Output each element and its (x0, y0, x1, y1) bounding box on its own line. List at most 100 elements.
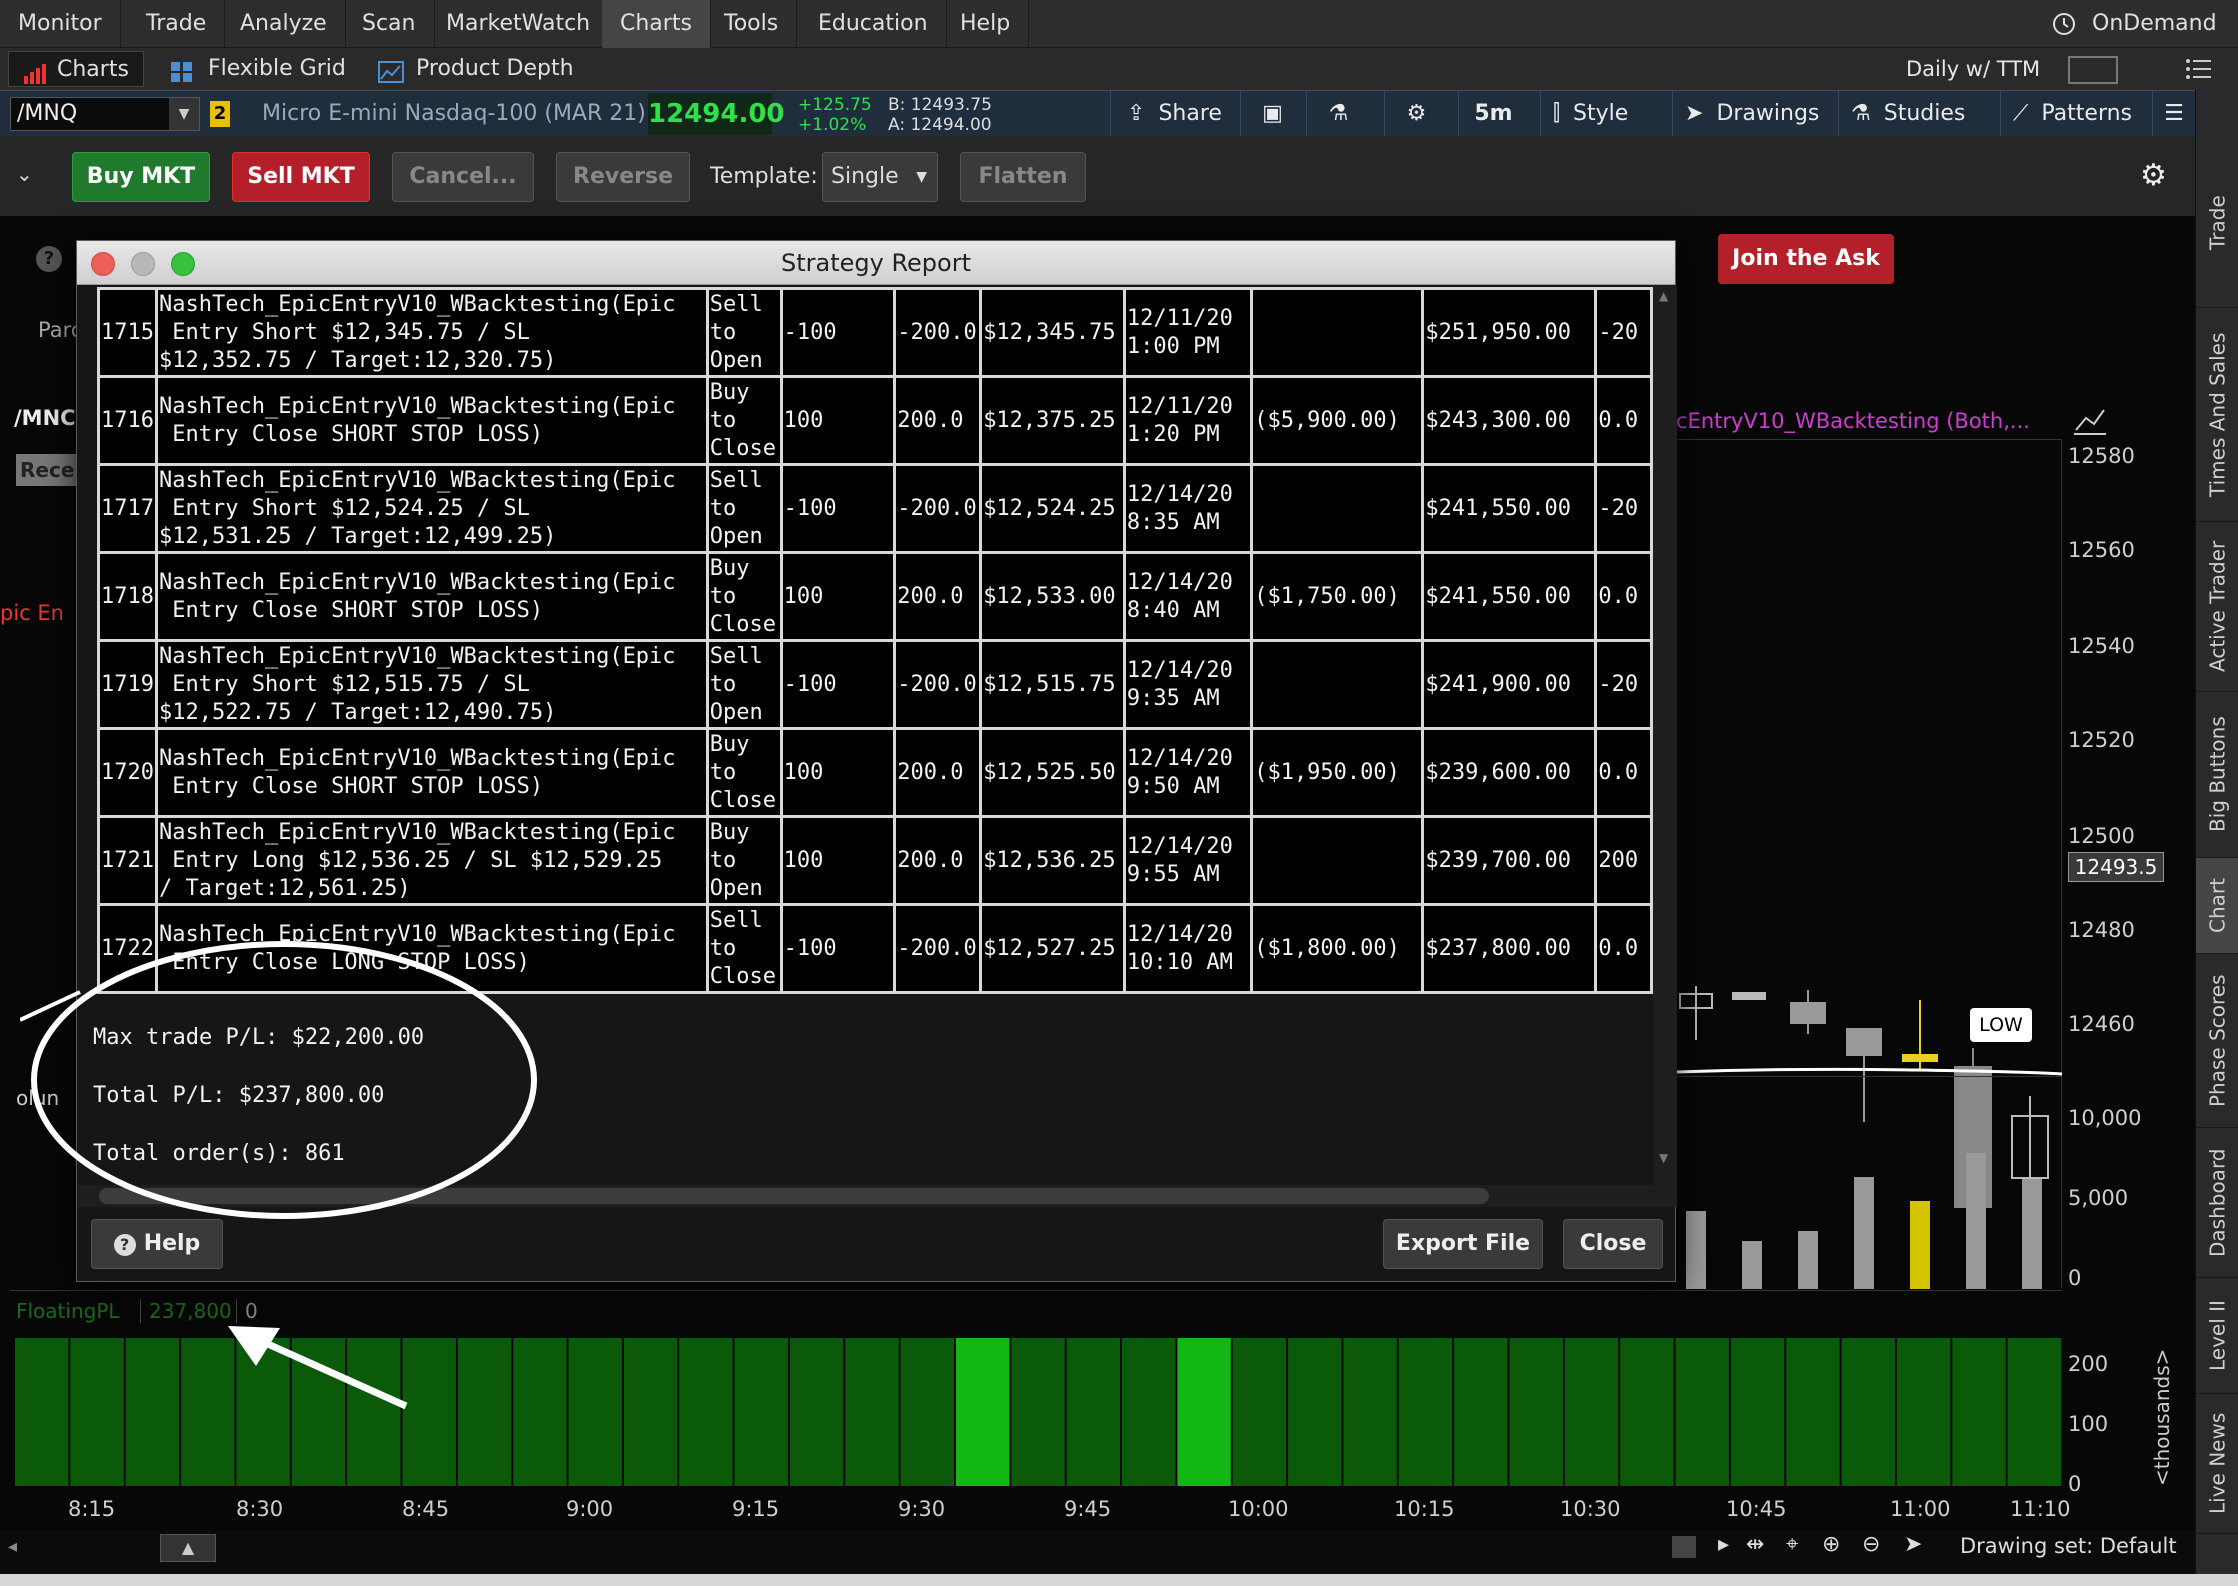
style-button[interactable]: ⫿ Style (1540, 91, 1664, 137)
report-row[interactable]: 1715 NashTech_EpicEntryV10_WBacktesting(E… (97, 287, 1653, 378)
gear-icon[interactable]: ⚙ (1384, 91, 1448, 137)
report-row[interactable]: 1717 NashTech_EpicEntryV10_WBacktesting(E… (97, 463, 1653, 554)
report-cell: $12,375.25 (979, 375, 1126, 466)
dialog-title: Strategy Report (780, 249, 972, 277)
menu-marketwatch[interactable]: MarketWatch (428, 0, 610, 48)
grid-settings-icon[interactable]: ▣ (1240, 91, 1304, 137)
menu-help[interactable]: Help (942, 0, 1030, 48)
sidebar-tab-active-trader[interactable]: Active Trader (2196, 522, 2238, 692)
timeframe-button[interactable]: 5m (1458, 91, 1528, 137)
scroll-left-icon[interactable]: ◂ (8, 1536, 17, 1557)
vertical-scrollbar[interactable]: ▲ ▼ (1653, 285, 1677, 1185)
report-cell: Sell to Open (705, 463, 783, 554)
symbol-input[interactable]: /MNQ ▼ (10, 97, 200, 131)
sidebar-tab-phase-scores[interactable]: Phase Scores (2196, 954, 2238, 1128)
subtab-flexible-grid[interactable]: Flexible Grid (160, 51, 358, 87)
report-cell: $12,345.75 (979, 287, 1126, 378)
report-row[interactable]: 1721 NashTech_EpicEntryV10_WBacktesting(E… (97, 815, 1653, 906)
layout-box-icon[interactable] (2068, 56, 2118, 84)
report-row[interactable]: 1716 NashTech_EpicEntryV10_WBacktesting(E… (97, 375, 1653, 466)
moving-average-line (1675, 1067, 2063, 1076)
symbol-dropdown-icon[interactable]: ▼ (169, 98, 199, 130)
cancel-button[interactable]: Cancel... (392, 152, 534, 202)
export-file-button[interactable]: Export File (1383, 1219, 1543, 1269)
pointer-icon[interactable]: ➤ (1904, 1532, 1922, 1557)
link-group-badge[interactable]: 2 (210, 101, 230, 127)
zoom-horizontal-icon[interactable]: ⇹ (1746, 1532, 1764, 1557)
time-tick: 11:10 (2010, 1497, 2071, 1521)
menu-analyze[interactable]: Analyze (222, 0, 346, 48)
floatingpl-bar (679, 1338, 733, 1486)
floatingpl-bar (457, 1338, 512, 1486)
chart-scale-icon[interactable] (2072, 404, 2108, 438)
menu-charts[interactable]: Charts (602, 0, 711, 48)
report-cell: 12/14/20 10:10 AM (1122, 903, 1254, 994)
share-button[interactable]: ⇪ Share (1110, 91, 1238, 137)
report-cell: 12/11/20 1:20 PM (1122, 375, 1254, 466)
symbol-input-value: /MNQ (17, 101, 78, 126)
report-cell: -100 (779, 903, 897, 994)
buy-market-button[interactable]: Buy MKT (72, 152, 210, 202)
menu-scan[interactable]: Scan (344, 0, 435, 48)
menu-education[interactable]: Education (800, 0, 947, 48)
menu-list-icon[interactable] (2184, 56, 2214, 82)
report-cell: -200.0 (893, 639, 983, 730)
toolbar-menu-icon[interactable]: ☰ (2152, 91, 2195, 137)
report-row[interactable]: 1718 NashTech_EpicEntryV10_WBacktesting(E… (97, 551, 1653, 642)
flask-icon[interactable]: ⚗ (1306, 91, 1370, 137)
sidebar-tab-live-news[interactable]: Live News (2196, 1394, 2238, 1534)
floatingpl-bar (1730, 1338, 1785, 1486)
ondemand-button[interactable]: OnDemand (2092, 0, 2217, 48)
crosshair-icon[interactable]: ⌖ (1786, 1532, 1798, 1557)
dialog-titlebar[interactable]: Strategy Report (77, 241, 1675, 285)
time-tick: 11:00 (1890, 1497, 1951, 1521)
aggregation-label[interactable]: Daily w/ TTM (1906, 48, 2040, 90)
sidebar-tab-trade[interactable]: Trade (2196, 138, 2238, 308)
patterns-button[interactable]: ⟋ Patterns (2000, 91, 2150, 137)
sidebar-tab-times-and-sales[interactable]: Times And Sales (2196, 308, 2238, 522)
zoom-in-icon[interactable]: ⊕ (1822, 1532, 1840, 1557)
report-cell: -200.0 (893, 903, 983, 994)
subtab-product-depth[interactable]: Product Depth (368, 51, 586, 87)
studies-button[interactable]: ⚗ Studies (1838, 91, 1988, 137)
floatingpl-bar (900, 1338, 954, 1486)
scroll-handle[interactable] (1672, 1536, 1696, 1558)
drawing-set-label[interactable]: Drawing set: Default (1960, 1534, 2177, 1558)
expand-panel-icon[interactable]: ▲ (160, 1534, 216, 1562)
help-question-icon[interactable]: ? (36, 246, 62, 272)
flatten-button[interactable]: Flatten (960, 152, 1086, 202)
volume-bar (1742, 1241, 1762, 1289)
menu-tools[interactable]: Tools (706, 0, 798, 48)
subtab-charts[interactable]: Charts (8, 51, 144, 87)
join-the-ask-button[interactable]: Join the Ask (1718, 234, 1894, 284)
report-row[interactable]: 1719 NashTech_EpicEntryV10_WBacktesting(E… (97, 639, 1653, 730)
report-cell: 12/11/20 1:00 PM (1122, 287, 1254, 378)
scroll-up-icon[interactable]: ▲ (1659, 289, 1668, 303)
sidebar-tab-big-buttons[interactable]: Big Buttons (2196, 692, 2238, 858)
menu-monitor[interactable]: Monitor (0, 0, 121, 48)
volume-pane[interactable] (1676, 1076, 2062, 1289)
template-select[interactable]: Single ▼ (822, 152, 938, 202)
collapse-chevron-icon[interactable]: ⌄ (16, 162, 33, 186)
reverse-button[interactable]: Reverse (556, 152, 690, 202)
floatingpl-bar (1454, 1338, 1508, 1486)
report-cell: $237,800.00 (1421, 903, 1598, 994)
close-button[interactable]: Close (1563, 1219, 1663, 1269)
drawings-button[interactable]: ➤ Drawings (1672, 91, 1832, 137)
floatingpl-bar (15, 1338, 69, 1486)
order-settings-gear-icon[interactable]: ⚙ (2140, 158, 2167, 193)
scroll-right-icon[interactable]: ▸ (1718, 1532, 1729, 1557)
zoom-out-icon[interactable]: ⊖ (1862, 1532, 1880, 1557)
menu-trade[interactable]: Trade (128, 0, 226, 48)
sidebar-tab-chart[interactable]: Chart (2196, 858, 2238, 954)
low-marker: LOW (1970, 1008, 2032, 1042)
report-cell: 100 (779, 727, 897, 818)
report-cell: $12,536.25 (979, 815, 1126, 906)
sidebar-tab-dashboard[interactable]: Dashboard (2196, 1128, 2238, 1278)
chart-symbol-label: /MNC (14, 406, 76, 430)
sell-market-button[interactable]: Sell MKT (232, 152, 370, 202)
sidebar-tab-level-ii[interactable]: Level II (2196, 1278, 2238, 1394)
floatingpl-bar (1620, 1338, 1674, 1486)
scroll-down-icon[interactable]: ▼ (1659, 1151, 1668, 1165)
report-row[interactable]: 1720 NashTech_EpicEntryV10_WBacktesting(E… (97, 727, 1653, 818)
